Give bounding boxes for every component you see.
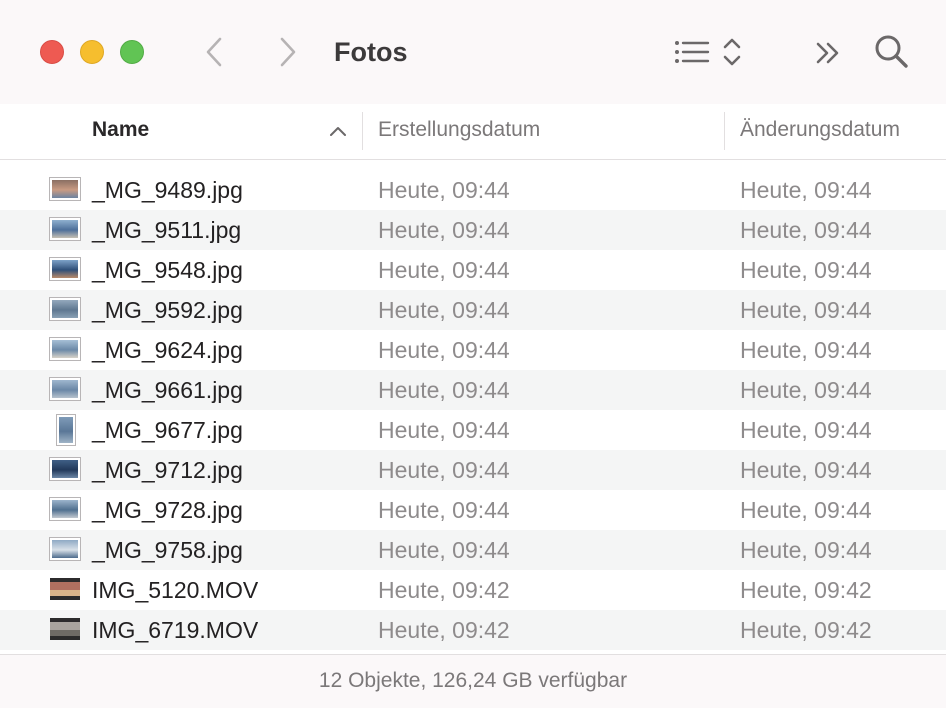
column-header-modified[interactable]: Änderungsdatum [740,104,900,159]
file-row[interactable]: _MG_9624.jpg Heute, 09:44 Heute, 09:44 [0,330,946,370]
search-button[interactable] [872,32,912,72]
image-thumbnail-icon [50,218,80,240]
file-row[interactable]: _MG_9548.jpg Heute, 09:44 Heute, 09:44 [0,250,946,290]
file-name: _MG_9489.jpg [92,177,243,203]
file-name: _MG_9511.jpg [92,217,242,243]
sort-ascending-icon[interactable] [328,124,348,138]
up-down-chevron-icon [723,38,741,66]
file-modified-date: Heute, 09:44 [740,377,872,403]
file-modified-date: Heute, 09:44 [740,537,872,563]
file-name: IMG_6719.MOV [92,617,259,643]
file-name: _MG_9661.jpg [92,377,243,403]
forward-button[interactable] [272,34,302,70]
file-name: _MG_9677.jpg [92,417,243,443]
file-created-date: Heute, 09:44 [378,457,510,483]
file-row[interactable]: IMG_5120.MOV Heute, 09:42 Heute, 09:42 [0,570,946,610]
double-chevron-right-icon [816,42,839,64]
column-header: Name Erstellungsdatum Änderungsdatum [0,104,946,160]
file-created-date: Heute, 09:44 [378,417,510,443]
file-created-date: Heute, 09:44 [378,537,510,563]
file-modified-date: Heute, 09:44 [740,497,872,523]
toolbar: Fotos [0,0,946,105]
file-created-date: Heute, 09:44 [378,177,510,203]
column-divider[interactable] [724,112,725,150]
file-name: _MG_9728.jpg [92,497,243,523]
video-thumbnail-icon [50,618,80,640]
column-divider[interactable] [362,112,363,150]
image-thumbnail-icon [50,178,80,200]
file-modified-date: Heute, 09:44 [740,297,872,323]
file-row[interactable]: _MG_9592.jpg Heute, 09:44 Heute, 09:44 [0,290,946,330]
file-modified-date: Heute, 09:44 [740,337,872,363]
chevron-left-icon [206,37,222,67]
file-created-date: Heute, 09:44 [378,297,510,323]
window-title: Fotos [334,37,408,67]
image-thumbnail-icon [50,538,80,560]
file-modified-date: Heute, 09:42 [740,617,872,643]
file-name: _MG_9624.jpg [92,337,243,363]
image-thumbnail-icon [50,298,80,320]
file-created-date: Heute, 09:42 [378,617,510,643]
file-modified-date: Heute, 09:44 [740,457,872,483]
file-row[interactable]: _MG_9661.jpg Heute, 09:44 Heute, 09:44 [0,370,946,410]
file-modified-date: Heute, 09:44 [740,177,872,203]
file-row[interactable]: IMG_6719.MOV Heute, 09:42 Heute, 09:42 [0,610,946,650]
image-thumbnail-icon [50,378,80,400]
file-row[interactable]: _MG_9511.jpg Heute, 09:44 Heute, 09:44 [0,210,946,250]
file-row[interactable]: _MG_9758.jpg Heute, 09:44 Heute, 09:44 [0,530,946,570]
file-name: _MG_9548.jpg [92,257,243,283]
file-row[interactable]: _MG_9489.jpg Heute, 09:44 Heute, 09:44 [0,170,946,210]
file-created-date: Heute, 09:42 [378,577,510,603]
column-header-created[interactable]: Erstellungsdatum [378,104,540,159]
file-modified-date: Heute, 09:44 [740,257,872,283]
image-thumbnail-icon [57,415,75,445]
video-thumbnail-icon [50,578,80,600]
file-created-date: Heute, 09:44 [378,217,510,243]
column-header-name[interactable]: Name [92,104,149,159]
file-name: IMG_5120.MOV [92,577,259,603]
file-modified-date: Heute, 09:44 [740,217,872,243]
view-options-button[interactable] [720,36,744,68]
file-created-date: Heute, 09:44 [378,377,510,403]
image-thumbnail-icon [50,498,80,520]
file-name: _MG_9592.jpg [92,297,243,323]
file-created-date: Heute, 09:44 [378,337,510,363]
list-view-icon [675,41,710,63]
back-button[interactable] [200,34,230,70]
image-thumbnail-icon [50,338,80,360]
file-row[interactable]: _MG_9712.jpg Heute, 09:44 Heute, 09:44 [0,450,946,490]
file-name: _MG_9758.jpg [92,537,243,563]
file-created-date: Heute, 09:44 [378,497,510,523]
file-row[interactable]: _MG_9728.jpg Heute, 09:44 Heute, 09:44 [0,490,946,530]
finder-window: Fotos Name Erstellungsdatum Änderungsdat… [0,0,946,708]
file-modified-date: Heute, 09:42 [740,577,872,603]
file-modified-date: Heute, 09:44 [740,417,872,443]
file-list: _MG_9489.jpg Heute, 09:44 Heute, 09:44 _MG_… [0,170,946,650]
close-window-button[interactable] [40,40,64,64]
file-created-date: Heute, 09:44 [378,257,510,283]
image-thumbnail-icon [50,458,80,480]
zoom-window-button[interactable] [120,40,144,64]
more-toolbar-items-button[interactable] [812,38,844,68]
view-mode-button[interactable] [672,36,712,68]
magnifier-icon [875,35,908,68]
status-bar: 12 Objekte, 126,24 GB verfügbar [0,654,946,708]
chevron-right-icon [280,37,296,67]
image-thumbnail-icon [50,258,80,280]
minimize-window-button[interactable] [80,40,104,64]
file-name: _MG_9712.jpg [92,457,243,483]
file-row[interactable]: _MG_9677.jpg Heute, 09:44 Heute, 09:44 [0,410,946,450]
